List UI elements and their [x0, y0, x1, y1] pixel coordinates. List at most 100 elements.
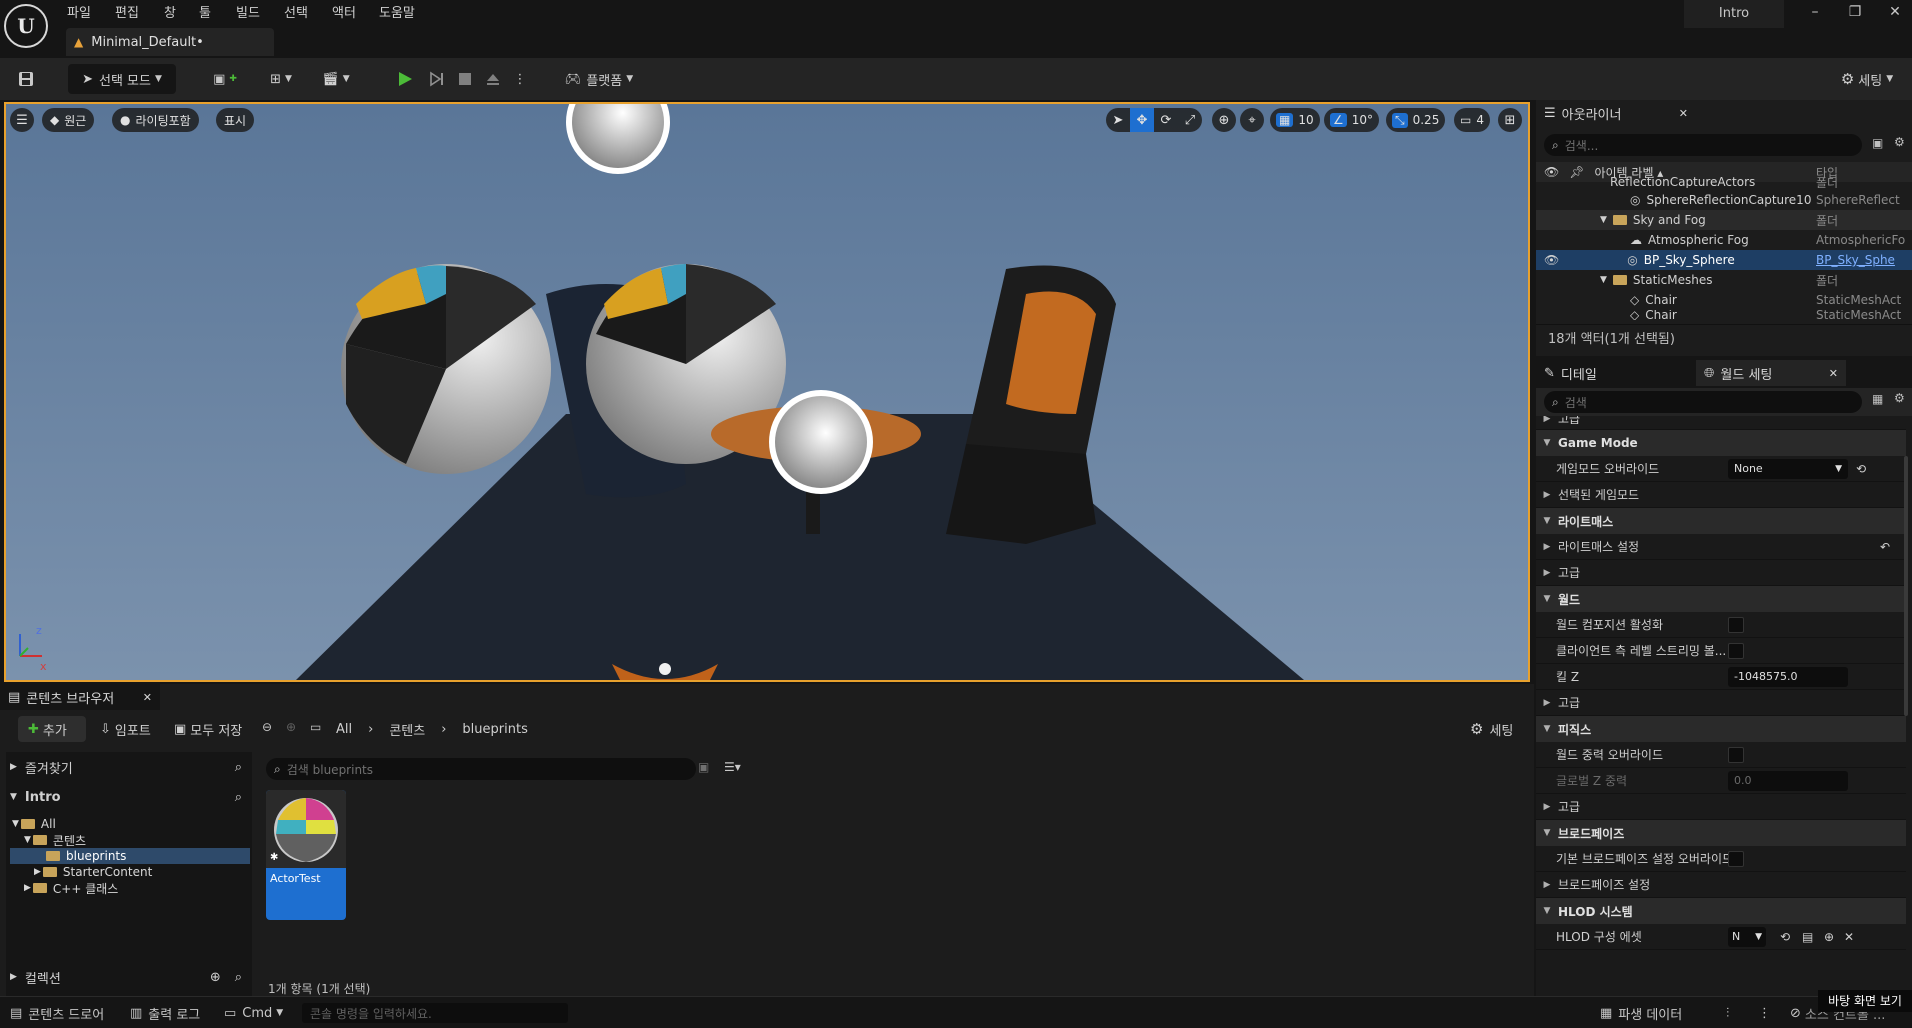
collapse-icon[interactable]: ▼ — [1536, 724, 1558, 734]
outliner-row-selected[interactable]: 👁︎ ◎ BP_Sky_Sphere BP_Sky_Sphe — [1536, 250, 1912, 270]
add-collection-icon[interactable]: ⊕ — [210, 970, 221, 985]
collapse-icon[interactable]: ▼ — [1536, 828, 1558, 838]
tree-item-content[interactable]: ▼ 콘텐츠 — [24, 832, 86, 848]
menu-window[interactable]: 창 — [164, 2, 176, 21]
folder-icon[interactable]: ▭ — [310, 720, 321, 734]
output-log-button[interactable]: ▥ 출력 로그 — [130, 1003, 200, 1023]
view-mode-button[interactable]: ● 라이팅포함 — [112, 108, 199, 132]
outliner-row[interactable]: ReflectionCaptureActors 폴더 — [1536, 176, 1912, 188]
add-button[interactable]: ✚ 추가 — [18, 716, 86, 742]
derived-data-button[interactable]: ▦ 파생 데이터 — [1600, 1003, 1682, 1023]
menu-build[interactable]: 빌드 — [236, 2, 260, 21]
tab-details[interactable]: ✎ 디테일 — [1536, 360, 1696, 386]
minimize-button[interactable]: – — [1800, 4, 1830, 28]
browse-icon[interactable]: ▤ — [1802, 930, 1813, 944]
prop-advanced[interactable]: ▶ 고급 — [1536, 560, 1906, 586]
category-world[interactable]: ▼ 월드 — [1536, 586, 1906, 612]
breadcrumb-all[interactable]: All — [336, 722, 352, 737]
outliner-row[interactable]: ◇ Chair StaticMeshAct — [1536, 310, 1912, 320]
step-button[interactable] — [424, 64, 450, 94]
expand-icon[interactable]: ▶ — [1536, 542, 1558, 552]
details-scrollbar[interactable] — [1904, 456, 1908, 716]
category-hlod-system[interactable]: ▼ HLOD 시스템 — [1536, 898, 1906, 924]
add-icon[interactable]: ⊕ — [1824, 930, 1834, 944]
tree-item-blueprints[interactable]: blueprints — [10, 848, 250, 864]
play-options-button[interactable]: ⋮ — [510, 64, 530, 94]
client-streaming-checkbox[interactable] — [1728, 642, 1744, 659]
select-mode-dropdown[interactable]: ➤ 선택 모드 ▼ — [68, 64, 176, 94]
outliner-row[interactable]: ☁ Atmospheric Fog AtmosphericFo — [1536, 230, 1912, 250]
scale-tool-button[interactable]: ⤢ — [1178, 108, 1202, 132]
category-game-mode[interactable]: ▼ Game Mode — [1536, 430, 1906, 456]
grid-snap-button[interactable]: ▦ 10 — [1270, 108, 1320, 132]
prop-lightmass-settings[interactable]: ▶ 라이트매스 설정 ↶ — [1536, 534, 1906, 560]
close-icon[interactable]: ✕ — [1679, 107, 1688, 120]
show-button[interactable]: 표시 — [216, 108, 255, 132]
table-view-icon[interactable]: ▦ — [1872, 392, 1883, 406]
gear-icon[interactable]: ⚙ — [1894, 391, 1905, 405]
cmd-dropdown[interactable]: ▭ Cmd ▼ — [224, 1003, 283, 1023]
tree-item-starter-content[interactable]: ▶ StarterContent — [34, 864, 152, 880]
rotate-tool-button[interactable]: ⟳ — [1154, 108, 1178, 132]
outliner-row[interactable]: ◇ Chair StaticMeshAct — [1536, 290, 1912, 310]
level-document-tab[interactable]: ▲ Minimal_Default• — [66, 28, 274, 56]
scale-snap-button[interactable]: ⤡ 0.25 — [1386, 108, 1446, 132]
expand-icon[interactable]: ▶ — [1536, 802, 1558, 812]
clear-icon[interactable]: ✕ — [1844, 930, 1854, 944]
expand-icon[interactable]: ▶ — [1536, 880, 1558, 890]
stop-button[interactable] — [452, 64, 478, 94]
row-type-link[interactable]: BP_Sky_Sphe — [1816, 253, 1908, 267]
menu-select[interactable]: 선택 — [284, 2, 308, 21]
collapse-icon[interactable]: ▼ — [1536, 906, 1558, 916]
tab-content-browser[interactable]: ▤ 콘텐츠 브라우저 ✕ — [0, 684, 160, 710]
project-header[interactable]: ▼ Intro ⌕ — [10, 784, 250, 810]
reset-arrow-icon[interactable]: ↶ — [1880, 540, 1890, 554]
perspective-button[interactable]: ◆ 원근 — [42, 108, 95, 132]
prop-advanced[interactable]: ▶ 고급 — [1536, 794, 1906, 820]
asset-tile[interactable]: ✱ ActorTest — [266, 790, 346, 920]
import-button[interactable]: ⇩ 임포트 — [100, 716, 151, 742]
collapse-icon[interactable]: ▼ — [1536, 516, 1558, 526]
gravity-z-input[interactable]: 0.0 — [1728, 770, 1848, 791]
breadcrumb-blueprints[interactable]: blueprints — [462, 722, 527, 737]
maximize-button[interactable]: ❐ — [1840, 4, 1870, 28]
world-local-button[interactable]: ⊕ — [1212, 108, 1236, 132]
platform-dropdown[interactable]: 🎮︎ 플랫폼 ▼ — [558, 64, 640, 94]
camera-speed-button[interactable]: ▭ 4 — [1454, 108, 1490, 132]
search-icon[interactable]: ⌕ — [235, 790, 242, 805]
expand-icon[interactable]: ▶ — [1536, 490, 1558, 500]
outliner-row[interactable]: ▼ StaticMeshes 폴더 — [1536, 270, 1912, 290]
prop-broadphase-settings[interactable]: ▶ 브로드페이즈 설정 — [1536, 872, 1906, 898]
viewport-scene[interactable]: z x — [6, 104, 1528, 680]
category-lightmass[interactable]: ▼ 라이트매스 — [1536, 508, 1906, 534]
visibility-icon[interactable]: 👁︎ — [1544, 253, 1559, 267]
category-broadphase[interactable]: ▼ 브로드페이즈 — [1536, 820, 1906, 846]
favorites-header[interactable]: ▶ 즐겨찾기 ⌕ — [10, 754, 250, 780]
cb-settings-button[interactable]: ⚙ 세팅 — [1470, 716, 1513, 742]
game-mode-dropdown[interactable]: None ▼ — [1728, 458, 1848, 479]
history-back-icon[interactable]: ⊖ — [262, 720, 272, 734]
filter-icon[interactable]: ☰▾ — [724, 760, 741, 774]
collapse-icon[interactable]: ▼ — [1536, 438, 1558, 448]
gear-icon[interactable]: ⚙ — [1894, 135, 1905, 149]
asset-search-input[interactable]: ⌕ 검색 blueprints — [266, 758, 696, 780]
prop-selected-game-mode[interactable]: ▶ 선택된 게임모드 — [1536, 482, 1906, 508]
outliner-search-input[interactable]: ⌕ 검색... — [1544, 134, 1862, 156]
eject-button[interactable] — [480, 64, 506, 94]
close-icon[interactable]: ✕ — [143, 691, 152, 704]
select-tool-button[interactable]: ➤ — [1106, 108, 1130, 132]
expand-icon[interactable]: ▶ — [1536, 698, 1558, 708]
viewport-layout-button[interactable]: ⊞ — [1498, 108, 1522, 132]
close-icon[interactable]: ✕ — [1829, 367, 1838, 380]
search-icon[interactable]: ⌕ — [235, 760, 242, 775]
checker-sphere-left[interactable] — [341, 264, 551, 474]
search-icon[interactable]: ⌕ — [235, 970, 242, 985]
category-physics[interactable]: ▼ 피직스 — [1536, 716, 1906, 742]
history-forward-icon[interactable]: ⊕ — [286, 720, 296, 734]
tree-item-cpp-classes[interactable]: ▶ C++ 클래스 — [24, 880, 118, 896]
rotation-snap-button[interactable]: ∠ 10° — [1324, 108, 1380, 132]
save-icon[interactable] — [12, 64, 40, 94]
viewport-menu-button[interactable]: ☰ — [10, 108, 34, 132]
reset-icon[interactable]: ⟲ — [1780, 930, 1790, 944]
menu-edit[interactable]: 편집 — [115, 2, 139, 21]
